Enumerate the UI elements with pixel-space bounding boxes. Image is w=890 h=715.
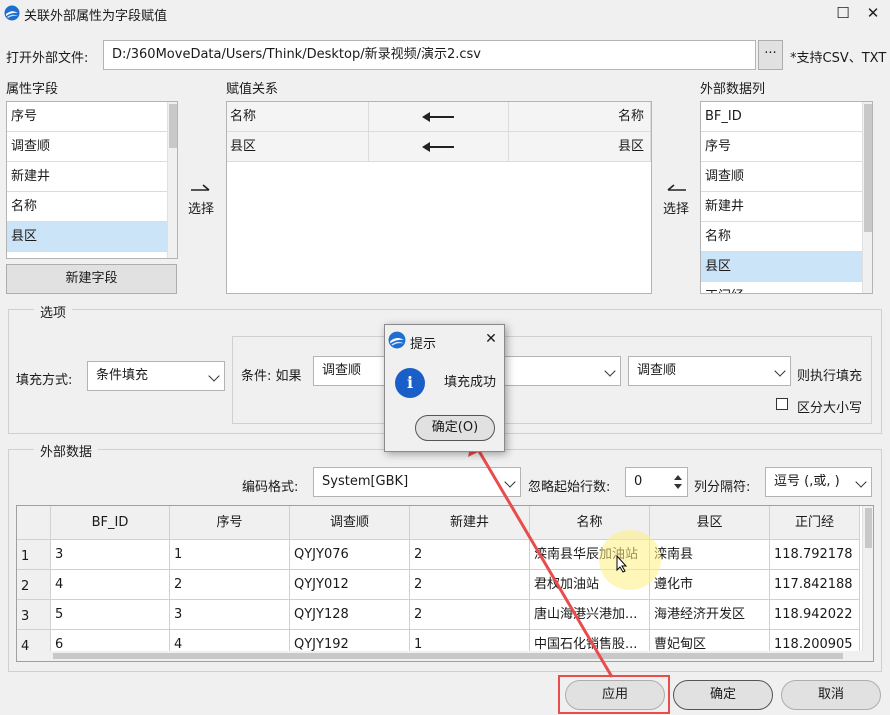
message-dialog: 提示 ✕ i 填充成功 确定(O) [384, 324, 505, 452]
mouse-pointer-icon [616, 555, 628, 573]
dialog-close-icon[interactable]: ✕ [481, 328, 501, 350]
cursor-highlight [599, 530, 661, 590]
dialog-ok-button[interactable]: 确定(O) [415, 415, 495, 441]
dialog-message: 填充成功 [444, 375, 497, 390]
info-icon: i [395, 368, 425, 398]
dialog-title: 提示 [410, 337, 437, 352]
app-logo-icon [388, 331, 406, 349]
